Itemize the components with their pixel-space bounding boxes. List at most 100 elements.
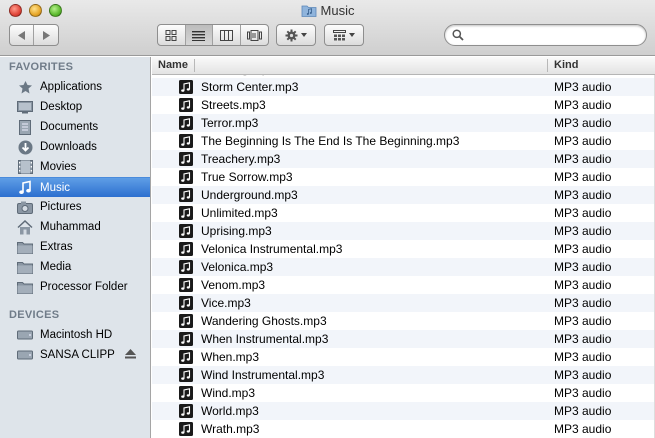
sidebar-item-sansa-clipp[interactable]: SANSA CLIPP <box>0 345 150 365</box>
downloads-icon <box>16 139 34 155</box>
table-row[interactable]: When.mp3 MP3 audio <box>152 348 655 366</box>
search-field[interactable] <box>444 24 647 46</box>
file-name: When.mp3 <box>201 350 260 364</box>
mp3-file-icon <box>179 278 193 292</box>
column-view-icon <box>219 29 233 41</box>
sidebar-item-extras[interactable]: Extras <box>0 237 150 257</box>
arrange-grid-icon <box>333 29 346 40</box>
sidebar-item-label: Music <box>40 181 71 194</box>
sidebar-item-desktop[interactable]: Desktop <box>0 97 150 117</box>
sidebar-item-macintosh-hd[interactable]: Macintosh HD <box>0 325 150 345</box>
table-row[interactable]: Streets.mp3 MP3 audio <box>152 96 655 114</box>
eject-icon[interactable] <box>125 349 136 362</box>
sidebar-item-media[interactable]: Media <box>0 257 150 277</box>
table-row[interactable]: Wind Instrumental.mp3 MP3 audio <box>152 366 655 384</box>
kind-column-header[interactable]: Kind <box>554 59 578 71</box>
sidebar-item-applications[interactable]: Applications <box>0 77 150 97</box>
file-name: Vice.mp3 <box>201 296 251 310</box>
file-name: Streets.mp3 <box>201 98 266 112</box>
external-drive-icon <box>16 347 34 363</box>
file-kind: MP3 audio <box>554 152 612 166</box>
mp3-file-icon <box>179 116 193 130</box>
file-name: Velonica.mp3 <box>201 260 274 274</box>
sidebar-item-documents[interactable]: Documents <box>0 117 150 137</box>
table-row[interactable]: When Instrumental.mp3 MP3 audio <box>152 330 655 348</box>
chevron-down-icon <box>301 33 307 37</box>
table-row[interactable]: Wind.mp3 MP3 audio <box>152 384 655 402</box>
file-name: True Sorrow.mp3 <box>201 170 293 184</box>
back-arrow-icon <box>17 30 25 40</box>
sidebar-item-downloads[interactable]: Downloads <box>0 137 150 157</box>
forward-button[interactable] <box>34 25 58 45</box>
sidebar-item-music[interactable]: Music <box>0 177 150 197</box>
sidebar-item-label: Processor Folder <box>40 281 128 293</box>
sidebar-item-movies[interactable]: Movies <box>0 157 150 177</box>
file-name: World.mp3 <box>201 404 259 418</box>
table-row[interactable]: Storm Center.mp3 MP3 audio <box>152 78 655 96</box>
table-row[interactable]: Wandering Ghosts.mp3 MP3 audio <box>152 312 655 330</box>
file-name: Storm Center.mp3 <box>201 80 299 94</box>
sidebar-item-label: Desktop <box>40 101 83 113</box>
file-kind: MP3 audio <box>554 206 612 220</box>
file-kind: MP3 audio <box>554 278 612 292</box>
title-bar: Music <box>0 0 655 56</box>
file-kind: MP3 audio <box>554 386 612 400</box>
table-row[interactable]: Velonica Instrumental.mp3 MP3 audio <box>152 240 655 258</box>
column-divider[interactable] <box>194 59 195 72</box>
mp3-file-icon <box>179 422 193 436</box>
file-kind: MP3 audio <box>554 116 612 130</box>
sidebar-item-muhammad[interactable]: Muhammad <box>0 217 150 237</box>
column-divider[interactable] <box>547 59 548 72</box>
sidebar-item-label: Media <box>40 261 72 273</box>
mp3-file-icon <box>179 242 193 256</box>
file-name: Terror.mp3 <box>201 116 259 130</box>
table-row[interactable]: Venom.mp3 MP3 audio <box>152 276 655 294</box>
mp3-file-icon <box>179 314 193 328</box>
file-name: Underground.mp3 <box>201 188 298 202</box>
table-row[interactable]: Treachery.mp3 MP3 audio <box>152 150 655 168</box>
sidebar-item-processor-folder[interactable]: Processor Folder <box>0 277 150 297</box>
file-kind: MP3 audio <box>554 188 612 202</box>
column-view-button[interactable] <box>213 25 241 45</box>
action-menu-button[interactable] <box>276 24 316 46</box>
forward-arrow-icon <box>43 30 50 40</box>
cover-flow-icon <box>246 29 262 41</box>
table-row[interactable]: World.mp3 MP3 audio <box>152 402 655 420</box>
devices-heading: DEVICES <box>9 309 60 321</box>
search-input[interactable] <box>469 28 646 42</box>
sidebar-item-label: Pictures <box>40 201 82 213</box>
table-row[interactable]: The Beginning Is The End Is The Beginnin… <box>152 132 655 150</box>
file-kind: MP3 audio <box>554 296 612 310</box>
mp3-file-icon <box>179 332 193 346</box>
table-row[interactable]: Uprising.mp3 MP3 audio <box>152 222 655 240</box>
back-button[interactable] <box>10 25 35 45</box>
table-row[interactable]: Underground.mp3 MP3 audio <box>152 186 655 204</box>
file-name: Wrath.mp3 <box>201 422 260 436</box>
table-row[interactable]: Terror.mp3 MP3 audio <box>152 114 655 132</box>
list-view-icon <box>192 30 206 41</box>
sidebar-item-label: Downloads <box>40 141 97 153</box>
home-icon <box>16 219 34 235</box>
mp3-file-icon <box>179 368 193 382</box>
sidebar-item-label: SANSA CLIPP <box>40 349 115 361</box>
icon-view-button[interactable] <box>158 25 186 45</box>
file-name: Wandering Ghosts.mp3 <box>201 314 327 328</box>
chevron-down-icon <box>349 33 355 37</box>
name-column-header[interactable]: Name <box>158 59 188 71</box>
file-name: Venom.mp3 <box>201 278 266 292</box>
table-row[interactable]: Velonica.mp3 MP3 audio <box>152 258 655 276</box>
file-name: Uprising.mp3 <box>201 224 272 238</box>
mp3-file-icon <box>179 350 193 364</box>
list-view-button[interactable] <box>185 25 213 45</box>
table-row[interactable]: Wrath.mp3 MP3 audio <box>152 420 655 438</box>
arrange-menu-button[interactable] <box>324 24 364 46</box>
file-kind: MP3 audio <box>554 134 612 148</box>
file-kind: MP3 audio <box>554 368 612 382</box>
table-row[interactable]: Unlimited.mp3 MP3 audio <box>152 204 655 222</box>
table-row[interactable]: True Sorrow.mp3 MP3 audio <box>152 168 655 186</box>
sidebar-item-label: Documents <box>40 121 99 133</box>
sidebar-item-pictures[interactable]: Pictures <box>0 197 150 217</box>
cover-flow-button[interactable] <box>241 25 268 45</box>
desktop-icon <box>16 99 34 115</box>
table-row[interactable]: Vice.mp3 MP3 audio <box>152 294 655 312</box>
